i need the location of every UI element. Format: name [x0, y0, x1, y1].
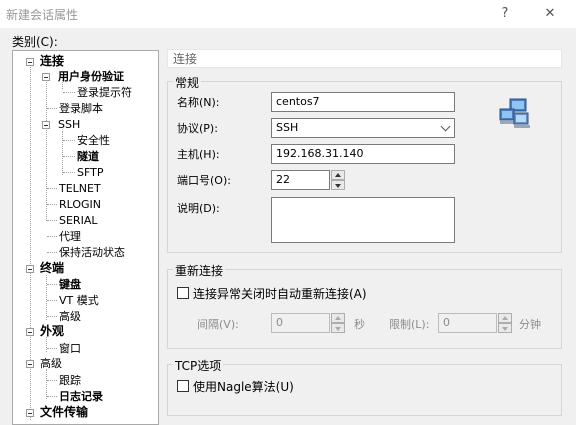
tree-line [47, 348, 57, 349]
title-bar: 新建会话属性 ? ✕ [0, 0, 576, 28]
reconnect-group-title: 重新连接 [173, 262, 226, 279]
general-group-title: 常规 [173, 74, 202, 91]
host-label: 主机(H): [177, 148, 220, 161]
tree-line [47, 252, 57, 253]
spin-down-icon[interactable] [498, 323, 512, 333]
minutes-label: 分钟 [519, 318, 541, 331]
tree-line [47, 108, 57, 109]
protocol-value: SSH [276, 121, 299, 134]
tree-line [63, 156, 75, 157]
tree-line [47, 188, 57, 189]
port-input[interactable]: 22 [271, 170, 330, 190]
host-input[interactable]: 192.168.31.140 [271, 144, 455, 164]
tree-line [46, 369, 47, 399]
tree-line [46, 275, 47, 320]
tree-line [47, 236, 57, 237]
tree-item-appearance[interactable]: 外观 [40, 324, 64, 339]
tree-item-connection[interactable]: 连接 [40, 54, 64, 69]
tree-line [46, 78, 47, 221]
collapse-icon[interactable] [42, 73, 50, 81]
interval-spinner[interactable] [331, 313, 345, 333]
tree-item-user-auth[interactable]: 用户身份验证 [58, 69, 124, 84]
protocol-select[interactable]: SSH [271, 118, 455, 138]
spin-down-icon[interactable] [331, 323, 345, 333]
tree-item-ssh[interactable]: SSH [58, 117, 80, 132]
window-title: 新建会话属性 [6, 8, 79, 22]
tree-item-window[interactable]: 窗口 [59, 341, 81, 356]
collapse-icon[interactable] [26, 328, 34, 336]
nagle-checkbox[interactable] [177, 380, 189, 392]
tree-line [62, 131, 63, 175]
tree-line [47, 204, 57, 205]
collapse-icon[interactable] [26, 409, 34, 417]
spin-up-icon[interactable] [331, 313, 345, 323]
tree-item-serial[interactable]: SERIAL [59, 213, 97, 228]
chevron-down-icon [440, 121, 451, 132]
tree-item-advanced-root[interactable]: 高级 [40, 356, 62, 371]
tree-line [47, 284, 57, 285]
help-button[interactable]: ? [494, 4, 516, 24]
network-computers-icon [498, 97, 534, 131]
spin-up-icon[interactable] [331, 170, 345, 180]
interval-input[interactable]: 0 [271, 313, 330, 333]
reconnect-group [167, 269, 562, 349]
spin-up-icon[interactable] [498, 313, 512, 323]
collapse-icon[interactable] [26, 58, 34, 66]
limit-spinner[interactable] [498, 313, 512, 333]
tree-item-login-script[interactable]: 登录脚本 [59, 101, 103, 116]
tree-item-login-prompt[interactable]: 登录提示符 [77, 85, 132, 100]
tree-line [47, 380, 57, 381]
tcp-group-title: TCP选项 [173, 357, 224, 374]
close-button[interactable]: ✕ [539, 4, 561, 24]
tree-item-telnet[interactable]: TELNET [59, 181, 101, 196]
tree-item-advanced[interactable]: 高级 [59, 309, 81, 324]
tree-item-rlogin[interactable]: RLOGIN [59, 197, 101, 212]
tree-item-sftp[interactable]: SFTP [77, 165, 103, 180]
tree-item-terminal[interactable]: 终端 [40, 261, 64, 276]
tree-item-tunnel[interactable]: 隧道 [77, 149, 99, 164]
tree-line [47, 316, 57, 317]
tree-line [63, 92, 75, 93]
tree-item-log[interactable]: 日志记录 [59, 389, 103, 404]
spin-down-icon[interactable] [331, 180, 345, 190]
protocol-label: 协议(P): [177, 122, 218, 135]
section-header: 连接 [167, 49, 562, 68]
tree-item-vt-mode[interactable]: VT 模式 [59, 293, 99, 308]
tree-item-security[interactable]: 安全性 [77, 133, 110, 148]
description-label: 说明(D): [177, 202, 220, 215]
name-label: 名称(N): [177, 96, 220, 109]
tree-line [47, 220, 57, 221]
seconds-label: 秒 [354, 318, 365, 331]
tree-item-keepalive[interactable]: 保持活动状态 [59, 245, 125, 260]
collapse-icon[interactable] [42, 121, 50, 129]
limit-label: 限制(L): [389, 318, 430, 331]
category-tree[interactable]: 连接 用户身份验证 登录提示符 登录脚本 SSH 安全性 隧道 SFTP TEL… [12, 50, 159, 425]
tree-line [63, 140, 75, 141]
interval-label: 间隔(V): [197, 318, 239, 331]
description-textarea[interactable] [271, 197, 455, 243]
port-spinner[interactable] [331, 170, 345, 190]
collapse-icon[interactable] [26, 360, 34, 368]
auto-reconnect-label[interactable]: 连接异常关闭时自动重新连接(A) [193, 285, 367, 302]
tree-line [47, 300, 57, 301]
collapse-icon[interactable] [26, 265, 34, 273]
category-label: 类别(C): [12, 35, 58, 49]
tree-line [46, 337, 47, 352]
nagle-label[interactable]: 使用Nagle算法(U) [193, 378, 294, 395]
tree-item-file-transfer[interactable]: 文件传输 [40, 405, 88, 420]
port-label: 端口号(O): [177, 174, 231, 187]
tree-item-keyboard[interactable]: 键盘 [59, 277, 81, 292]
tree-line [47, 396, 57, 397]
name-input[interactable]: centos7 [271, 92, 455, 112]
tree-item-proxy[interactable]: 代理 [59, 229, 81, 244]
tree-line [63, 172, 75, 173]
tree-item-trace[interactable]: 跟踪 [59, 373, 81, 388]
auto-reconnect-checkbox[interactable] [177, 287, 189, 299]
limit-input[interactable]: 0 [438, 313, 497, 333]
